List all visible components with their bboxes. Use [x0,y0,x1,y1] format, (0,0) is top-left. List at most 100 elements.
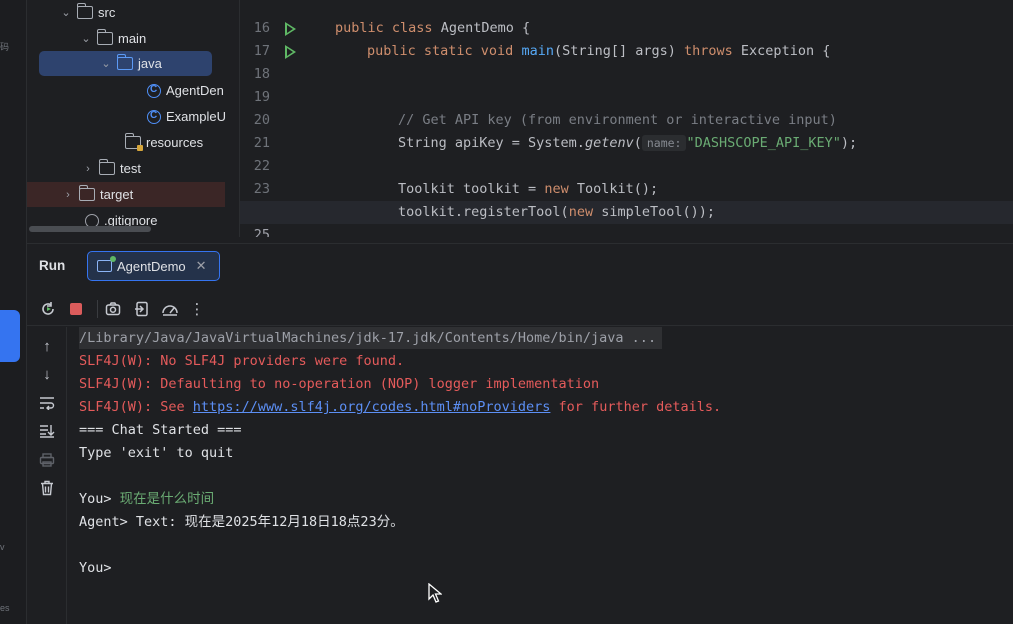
console-error-text: for further details. [550,399,722,415]
left-tool-strip: 码 v es [0,0,27,624]
folder-icon [78,185,95,201]
project-tree: ⌄ src ⌄ main ⌄ java AgentDen ExampleU re… [27,0,240,237]
code-keyword: new [568,204,594,220]
tree-item-label: AgentDen [166,83,224,98]
console-output-line: Type 'exit' to quit [79,445,234,461]
code-line: 23 [240,155,1013,197]
code-line: 26 [240,224,1013,237]
console-output-line: === Chat Started === [79,422,242,438]
more-icon[interactable]: ⋮ [186,298,208,320]
tree-item-java[interactable]: ⌄ java [39,51,212,76]
parameter-hint: name: [641,135,687,151]
exit-icon[interactable] [131,298,153,320]
code-keyword: public static void [367,43,514,59]
console-error-line: SLF4J(W): Defaulting to no-operation (NO… [79,376,600,392]
folder-icon [96,29,113,45]
code-text: Toolkit(); [568,181,659,197]
console-link[interactable]: https://www.slf4j.org/codes.html#noProvi… [193,399,551,415]
chevron-right-icon[interactable]: › [81,163,95,175]
run-gutter-icon[interactable] [285,45,296,59]
console-prompt-line[interactable]: You> [79,557,112,579]
tree-item-label: src [98,5,116,20]
down-arrow-icon[interactable]: ↓ [36,363,58,385]
code-line: 19 [240,63,1013,105]
tree-item-label: ExampleU [166,109,226,124]
folder-icon [98,159,115,175]
java-class-icon [147,109,161,124]
tree-item-resources[interactable]: resources [27,130,232,155]
run-header: Run AgentDemo ✕ [27,244,1013,288]
run-config-icon [97,256,116,272]
left-strip-fragment: 码 [0,42,10,52]
class-name: AgentDemo [440,20,514,36]
tree-item-label: main [118,31,147,46]
tree-item-test[interactable]: › test [27,156,232,181]
console-agent-reply-line: Agent> Text: 现在是2025年12月18日18点23分。 [79,514,404,530]
code-line: 22 String apiKey = System.getenv(name: "D… [240,132,1013,174]
scroll-to-end-icon[interactable] [36,420,58,442]
left-strip-fragment: v [0,542,5,552]
tree-item-label: java [138,56,162,71]
soft-wrap-icon[interactable] [36,392,58,414]
chevron-down-icon[interactable]: ⌄ [99,57,113,70]
source-folder-icon [116,54,133,70]
code-text: ); [840,135,858,151]
chevron-down-icon[interactable]: ⌄ [79,32,93,45]
left-strip-fragment: es [0,603,10,613]
console-user-input-line: You> 现在是什么时间 [79,488,214,510]
performance-icon[interactable] [159,298,181,320]
code-text: Exception { [732,43,831,59]
code-text: simpleTool()); [593,204,715,220]
trash-icon[interactable] [36,477,58,499]
method-name: main [521,43,554,59]
run-toolbar: ⋮ [27,292,1013,326]
tree-item-src[interactable]: ⌄ src [27,0,232,25]
print-icon[interactable] [36,449,58,471]
folder-icon [76,3,93,19]
rerun-icon[interactable] [37,298,59,320]
console-error-text: SLF4J(W): See [79,399,193,415]
code-keyword: public class [335,20,433,36]
run-tool-window: Run AgentDemo ✕ ⋮ ↑ ↓ /Library/Java/Java… [27,243,1013,624]
chevron-down-icon[interactable]: ⌄ [59,6,73,19]
resources-folder-icon [124,133,143,151]
code-text: (String[] args) [553,43,685,59]
tree-item-label: resources [146,135,204,150]
tree-item-label: target [100,187,134,202]
code-line: 16 [240,0,1013,36]
close-icon[interactable]: ✕ [196,258,207,274]
run-tab-agentdemo[interactable]: AgentDemo ✕ [87,251,220,281]
user-input-text: 现在是什么时间 [119,491,215,507]
tree-item-exampleu[interactable]: ExampleU [27,104,232,129]
code-keyword: throws [684,43,733,59]
console-side-toolbar: ↑ ↓ [27,327,67,624]
code-editor[interactable]: 16 17 public class AgentDemo { 18 public… [240,0,1013,237]
code-line: 24 Toolkit toolkit = new Toolkit(); [240,178,1013,220]
toolbar-separator [97,300,98,318]
tree-item-agentdemo[interactable]: AgentDen [27,78,232,103]
code-line: 17 public class AgentDemo { [240,17,1013,59]
run-tab-label: AgentDemo [117,258,186,274]
left-strip-selected-indicator[interactable] [0,310,20,362]
code-text: Toolkit toolkit = [398,181,545,197]
up-arrow-icon[interactable]: ↑ [36,335,58,357]
screenshot-icon[interactable] [102,298,124,320]
code-line: 20 [240,86,1013,128]
code-string: "DASHSCOPE_API_KEY" [686,135,841,151]
code-line: 21 // Get API key (from environment or i… [240,109,1013,151]
tree-horizontal-scrollbar[interactable] [29,226,151,232]
stop-icon[interactable] [65,298,87,320]
you-prompt: You> [79,491,120,507]
console-error-line: SLF4J(W): No SLF4J providers were found. [79,353,405,369]
java-class-icon [147,83,161,98]
chevron-right-icon[interactable]: › [61,189,75,201]
console-output[interactable]: /Library/Java/JavaVirtualMachines/jdk-17… [79,327,1009,624]
tree-item-label: test [120,161,141,176]
run-gutter-icon[interactable] [285,22,296,36]
method-name: getenv [584,135,634,151]
code-line: 18 public static void main(String[] args… [240,40,1013,82]
tree-item-main[interactable]: ⌄ main [27,26,232,51]
tree-item-target[interactable]: › target [27,182,225,207]
console-command-line: /Library/Java/JavaVirtualMachines/jdk-17… [79,327,663,349]
code-text: String apiKey = System. [398,135,585,151]
